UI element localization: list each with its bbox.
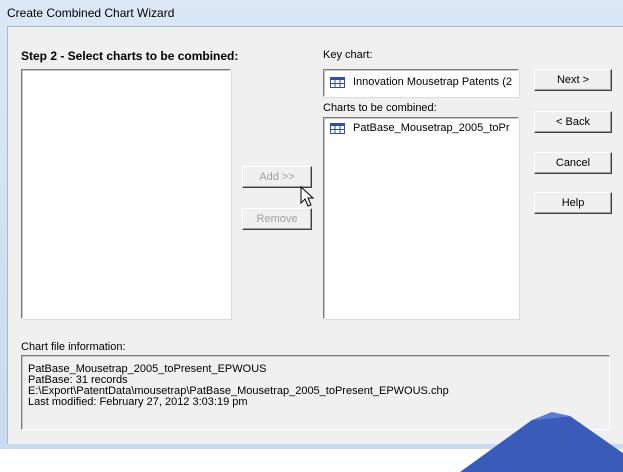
back-button[interactable]: < Back — [534, 111, 612, 133]
chart-file-info-box: PatBase_Mousetrap_2005_toPresent_EPWOUS … — [21, 355, 610, 430]
window-title: Create Combined Chart Wizard — [7, 6, 175, 20]
list-item-label: PatBase_Mousetrap_2005_toPr — [353, 122, 510, 134]
list-item[interactable]: PatBase_Mousetrap_2005_toPr — [330, 121, 510, 135]
table-grid-icon — [330, 76, 345, 88]
arrow-cursor-icon — [300, 186, 315, 207]
key-chart-label: Key chart: — [323, 49, 373, 61]
key-chart-box[interactable]: Innovation Mousetrap Patents (2 — [323, 69, 519, 97]
info-line: Last modified: February 27, 2012 3:03:19… — [28, 396, 248, 408]
next-button[interactable]: Next > — [534, 69, 612, 91]
charts-to-combine-list[interactable]: PatBase_Mousetrap_2005_toPr — [323, 117, 519, 319]
available-charts-list[interactable] — [21, 69, 231, 319]
add-button[interactable]: Add >> — [242, 166, 312, 188]
chart-file-info-label: Chart file information: — [21, 341, 126, 353]
key-chart-item[interactable]: Innovation Mousetrap Patents (2 — [330, 75, 512, 89]
charts-to-combine-label: Charts to be combined: — [323, 102, 437, 114]
key-chart-item-label: Innovation Mousetrap Patents (2 — [353, 76, 512, 88]
cancel-button[interactable]: Cancel — [534, 152, 612, 174]
remove-button[interactable]: Remove — [242, 208, 312, 230]
dialog-window: Create Combined Chart Wizard Step 2 - Se… — [0, 0, 623, 472]
table-grid-icon — [330, 122, 345, 134]
dialog-client-area: Step 2 - Select charts to be combined: A… — [7, 26, 623, 444]
step-title: Step 2 - Select charts to be combined: — [21, 49, 239, 63]
help-button[interactable]: Help — [534, 192, 612, 214]
